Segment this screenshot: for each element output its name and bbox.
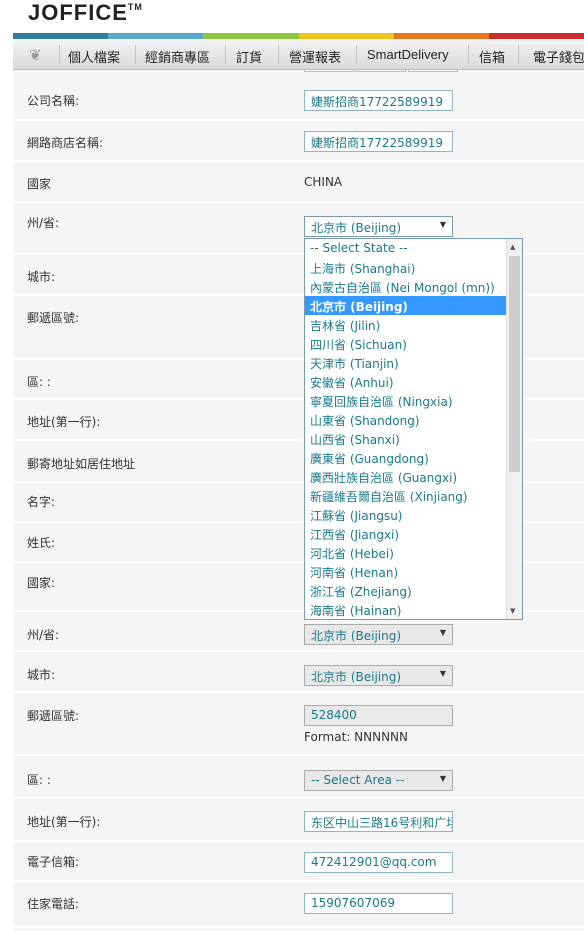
dropdown-option[interactable]: 吉林省 (Jilin) <box>305 315 507 334</box>
address1-label: 地址(第一行): <box>27 415 101 429</box>
dropdown-option[interactable]: 江西省 (Jiangxi) <box>305 524 507 543</box>
dropdown-option[interactable]: 天津市 (Tianjin) <box>305 353 507 372</box>
scrollbar-thumb[interactable] <box>509 256 520 472</box>
main-nav: ❦ 個人檔案 經銷商專區 訂貨 營運報表 SmartDelivery 信箱 電子… <box>13 39 584 70</box>
nav-separator <box>59 45 60 64</box>
hidden-field-edge <box>356 70 406 72</box>
city-label: 城市: <box>27 270 56 284</box>
dropdown-option[interactable]: 浙江省 (Zhejiang) <box>305 581 507 600</box>
dropdown-option[interactable]: 寧夏回族自治區 (Ningxia) <box>305 391 507 410</box>
home-phone-label: 住家電話: <box>27 897 80 911</box>
mail-state-select[interactable]: 北京市 (Beijing) ▼ <box>304 624 453 645</box>
mail-country-label: 國家: <box>27 576 56 590</box>
state-dropdown-list[interactable]: 海南省 (Hainan) 浙江省 (Zhejiang) 河南省 (Henan) 河北省… <box>304 238 523 620</box>
dropdown-scrollbar[interactable]: ▲ ▼ <box>506 239 522 619</box>
mail-state-select-value: 北京市 (Beijing) <box>311 629 402 643</box>
mail-district-label: 區: : <box>27 773 51 787</box>
chevron-down-icon: ▼ <box>439 774 446 783</box>
dropdown-option[interactable]: 廣西壯族自治區 (Guangxi) <box>305 467 507 486</box>
nav-item-inbox[interactable]: 信箱 <box>479 47 505 66</box>
row-mail-postal: 郵遞區號: 528400 Format: NNNNNN <box>13 693 584 756</box>
scroll-up-arrow-icon[interactable]: ▲ <box>510 243 515 251</box>
mail-postal-input[interactable]: 528400 <box>304 705 453 726</box>
dropdown-option[interactable]: 江蘇省 (Jiangsu) <box>305 505 507 524</box>
nav-item-profile[interactable]: 個人檔案 <box>68 47 120 66</box>
country-value: CHINA <box>304 175 343 189</box>
email-input[interactable]: 472412901@qq.com <box>304 852 453 873</box>
nav-separator <box>278 45 279 64</box>
nav-separator <box>468 45 469 64</box>
mail-postal-label: 郵遞區號: <box>27 709 80 723</box>
first-name-label: 名字: <box>27 495 56 509</box>
dropdown-option[interactable]: 山東省 (Shandong) <box>305 410 507 429</box>
district-label: 區: : <box>27 375 51 389</box>
nav-separator <box>225 45 226 64</box>
dropdown-option[interactable]: 內蒙古自治區 (Nei Mongol (mn)) <box>305 277 507 296</box>
nav-separator <box>356 45 357 64</box>
state-label: 州/省: <box>27 216 60 230</box>
hidden-field-edge <box>408 70 458 72</box>
dropdown-option[interactable]: 河南省 (Henan) <box>305 562 507 581</box>
email-label: 電子信箱: <box>27 855 80 869</box>
mail-city-select-value: 北京市 (Beijing) <box>311 670 402 684</box>
mail-district-select-value: -- Select Area -- <box>311 773 405 787</box>
company-name-label: 公司名稱: <box>27 94 80 108</box>
state-select-value: 北京市 (Beijing) <box>311 221 402 235</box>
row-company-name: 公司名稱: 婕斯招商17722589919 <box>13 79 584 121</box>
dropdown-option[interactable]: -- Select State -- <box>305 239 507 258</box>
dropdown-option[interactable]: 河北省 (Hebei) <box>305 543 507 562</box>
fleur-ornament-icon: ❦ <box>29 47 42 64</box>
company-name-input[interactable]: 婕斯招商17722589919 <box>304 90 453 111</box>
chevron-down-icon: ▼ <box>439 220 446 229</box>
row-mail-district: 區: : -- Select Area -- ▼ <box>13 756 584 799</box>
row-home-phone: 住家電話: 15907607069 <box>13 882 584 928</box>
dropdown-option[interactable]: 安徽省 (Anhui) <box>305 372 507 391</box>
chevron-down-icon: ▼ <box>439 628 446 637</box>
joffice-logo: JOFFICETM <box>28 0 143 30</box>
row-store-name: 網路商店名稱: 婕斯招商17722589919 <box>13 121 584 162</box>
chevron-down-icon: ▼ <box>439 669 446 678</box>
dropdown-option[interactable]: 上海市 (Shanghai) <box>305 258 507 277</box>
postal-format-hint: Format: NNNNNN <box>304 730 409 744</box>
dropdown-option[interactable]: 北京市 (Beijing) <box>305 296 507 315</box>
last-name-label: 姓氏: <box>27 536 56 550</box>
dropdown-option[interactable]: 廣東省 (Guangdong) <box>305 448 507 467</box>
mail-city-label: 城市: <box>27 668 56 682</box>
dropdown-option[interactable]: 新疆維吾爾自治區 (Xinjiang) <box>305 486 507 505</box>
home-phone-input[interactable]: 15907607069 <box>304 893 453 914</box>
store-name-input[interactable]: 婕斯招商17722589919 <box>304 131 453 152</box>
nav-separator <box>518 45 519 64</box>
mail-address1-input[interactable]: 东区中山三路16号利和广场 <box>304 811 453 832</box>
state-select[interactable]: 北京市 (Beijing) ▼ <box>304 216 453 237</box>
country-label: 國家 <box>27 177 52 191</box>
dropdown-option[interactable]: 海南省 (Hainan) <box>305 600 507 619</box>
dropdown-option[interactable]: 四川省 (Sichuan) <box>305 334 507 353</box>
mail-state-label: 州/省: <box>27 628 60 642</box>
mailing-same-label: 郵寄地址如居住地址 <box>27 457 136 471</box>
mail-district-select[interactable]: -- Select Area -- ▼ <box>304 770 453 791</box>
scroll-down-arrow-icon[interactable]: ▼ <box>510 607 515 615</box>
row-country: 國家 CHINA <box>13 162 584 203</box>
row-mail-address1: 地址(第一行): 东区中山三路16号利和广场 <box>13 799 584 842</box>
row-mail-city: 城市: 北京市 (Beijing) ▼ <box>13 652 584 693</box>
logo-text: JOFFICE <box>28 0 128 25</box>
mail-city-select[interactable]: 北京市 (Beijing) ▼ <box>304 665 453 686</box>
hidden-field-edge <box>304 70 355 72</box>
logo-trademark: TM <box>127 2 143 12</box>
nav-item-reports[interactable]: 營運報表 <box>289 47 341 66</box>
mail-address1-label: 地址(第一行): <box>27 815 101 829</box>
postal-label: 郵遞區號: <box>27 311 80 325</box>
nav-item-orders[interactable]: 訂貨 <box>236 47 262 66</box>
row-email: 電子信箱: 472412901@qq.com <box>13 842 584 882</box>
nav-separator <box>135 45 136 64</box>
nav-item-distributor-area[interactable]: 經銷商專區 <box>145 47 210 66</box>
nav-item-smartdelivery[interactable]: SmartDelivery <box>367 47 449 62</box>
store-name-label: 網路商店名稱: <box>27 136 104 150</box>
dropdown-option[interactable]: 山西省 (Shanxi) <box>305 429 507 448</box>
nav-item-ewallet[interactable]: 電子錢包 <box>533 47 584 66</box>
